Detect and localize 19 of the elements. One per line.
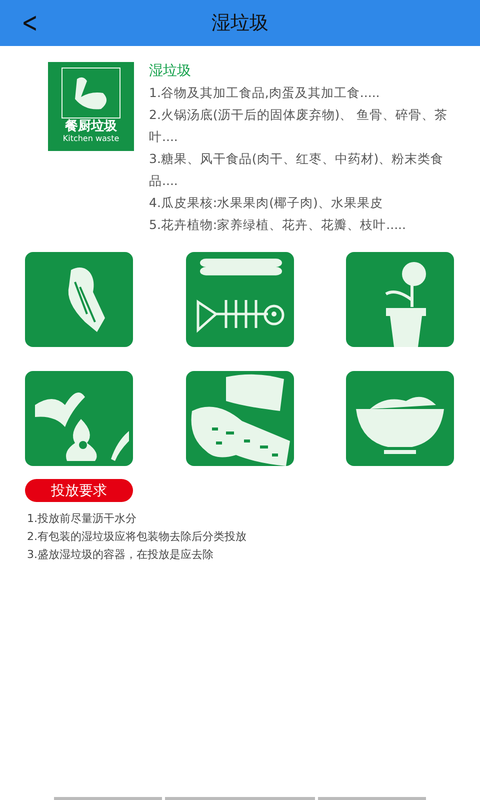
category-item: 1.谷物及其加工食品,肉蛋及其加工食.....: [149, 84, 381, 102]
category-item: 5.花卉植物:家养绿植、花卉、花瓣、枝叶.....: [149, 216, 408, 234]
requirement-item: 3.盛放湿垃圾的容器，在投放是应去除: [27, 547, 214, 563]
fruit-peel-icon: [35, 392, 129, 461]
category-item: 2.火锅汤底(沥干后的固体废弃物)、 鱼骨、碎骨、茶叶....: [149, 106, 449, 146]
bone-fish-icon: [196, 258, 284, 332]
category-title: 湿垃圾: [149, 62, 192, 80]
bowl-icon: [356, 396, 444, 454]
logo-title: 餐厨垃圾: [65, 120, 117, 134]
category-item: 4.瓜皮果核:水果果肉(椰子肉)、水果果皮: [149, 194, 384, 212]
requirements-button[interactable]: 投放要求: [25, 479, 133, 502]
logo-subtitle: Kitchen waste: [62, 134, 120, 143]
category-item: 3.糖果、风干食品(肉干、红枣、中药材)、粉末类食品....: [149, 150, 445, 190]
requirement-item: 2.有包装的湿垃圾应将包装物去除后分类投放: [27, 529, 248, 545]
requirement-item: 1.投放前尽量沥干水分: [27, 511, 138, 527]
kitchen-waste-drawing: [61, 67, 121, 119]
potted-plant-icon: [384, 262, 426, 347]
back-button[interactable]: <: [17, 6, 42, 39]
page-title: 湿垃圾: [212, 11, 268, 36]
